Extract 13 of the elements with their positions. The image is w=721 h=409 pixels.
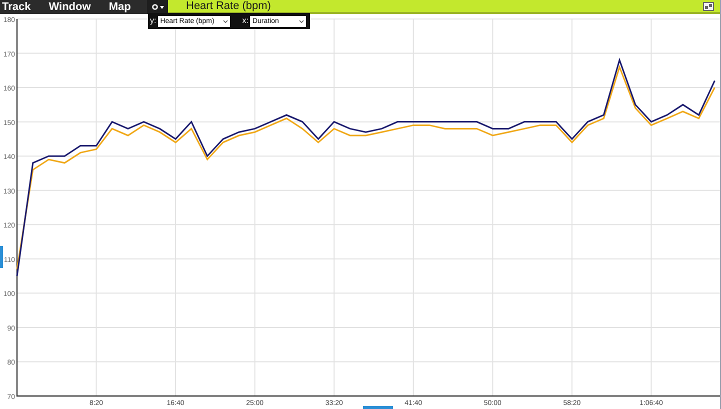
restore-icon[interactable] [703, 2, 714, 10]
y-axis-label: y: [150, 17, 156, 25]
caret-icon [299, 20, 304, 22]
menu-item[interactable]: Window [48, 2, 91, 12]
menu-item[interactable]: Track [2, 2, 31, 12]
caret-icon [223, 20, 228, 22]
settings-button[interactable] [147, 0, 168, 14]
menu-item[interactable]: Map [108, 2, 131, 12]
x-axis-label: x: [242, 17, 248, 25]
scroll-marker[interactable] [363, 406, 393, 409]
scroll-marker[interactable] [0, 246, 3, 268]
gear-icon [152, 4, 164, 10]
panel-title: Heart Rate (bpm) [186, 0, 271, 12]
